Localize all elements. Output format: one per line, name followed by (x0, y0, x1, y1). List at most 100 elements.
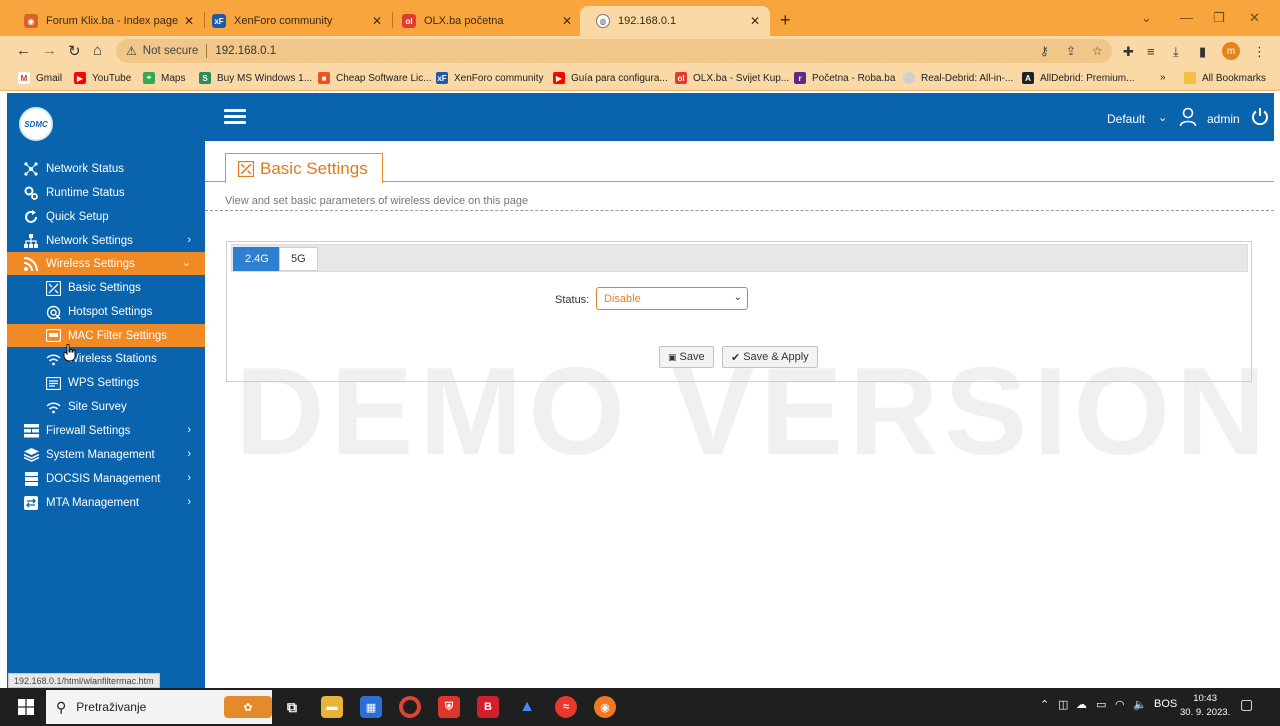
forward-icon[interactable]: → (42, 42, 57, 59)
clock[interactable]: 10:43 30. 9. 2023. (1180, 692, 1230, 720)
chrome-icon[interactable] (399, 696, 421, 718)
tab-5g[interactable]: 5G (279, 247, 318, 271)
sidebar-item-network-status[interactable]: Network Status (7, 158, 205, 180)
profile-avatar[interactable]: m (1222, 42, 1240, 60)
red-app-icon[interactable]: ≈ (555, 696, 577, 718)
windows-start-icon[interactable] (18, 699, 34, 715)
browser-tab[interactable]: xF XenForo community ✕ (196, 6, 392, 36)
all-bookmarks[interactable]: All Bookmarks (1184, 72, 1266, 84)
sidebar-item-firewall-settings[interactable]: Firewall Settings › (7, 420, 205, 442)
extensions-icon[interactable]: ✚ (1123, 44, 1134, 60)
tray-chevron-up-icon[interactable]: ⌃ (1040, 698, 1049, 711)
circle-icon (903, 72, 915, 84)
bookmark-item[interactable]: M Gmail (18, 72, 62, 84)
share-icon[interactable]: ⇪ (1066, 44, 1076, 58)
close-tab-icon[interactable]: ✕ (748, 14, 762, 28)
sidebar-item-runtime-status[interactable]: Runtime Status (7, 182, 205, 204)
chevron-down-icon[interactable]: ⌄ (1158, 111, 1167, 124)
bookmark-item[interactable]: ▶ Guía para configura... (553, 72, 668, 84)
download-icon[interactable]: ⤓ (1173, 44, 1179, 60)
arc-app-icon[interactable]: ▲ (516, 696, 538, 718)
sidebar-item-mac-filter-settings[interactable]: MAC Filter Settings (7, 324, 205, 347)
media-icon[interactable]: ≡ (1147, 44, 1155, 59)
back-icon[interactable]: ← (16, 42, 31, 59)
task-view-icon[interactable]: ⧉ (281, 696, 303, 718)
bookmark-item[interactable]: S Buy MS Windows 1... (199, 72, 312, 84)
bookmark-item[interactable]: Real-Debrid: All-in-... (903, 72, 1013, 84)
reload-icon[interactable]: ↻ (68, 42, 81, 60)
url-text[interactable]: 192.168.0.1 (215, 45, 276, 57)
profile-dropdown[interactable]: Default (1107, 112, 1145, 126)
volume-icon[interactable]: 🔈 (1133, 698, 1147, 711)
more-bookmarks-icon[interactable]: » (1160, 72, 1166, 83)
side-panel-icon[interactable]: ▮ (1199, 44, 1206, 60)
xenforo-icon: xF (436, 72, 448, 84)
bookmark-item[interactable]: xF XenForo community (436, 72, 543, 84)
bookmark-item[interactable]: ol OLX.ba - Svijet Kup... (675, 72, 789, 84)
sidebar-item-site-survey[interactable]: Site Survey (7, 396, 205, 418)
sidebar-item-system-management[interactable]: System Management › (7, 444, 205, 466)
sidebar-item-mta-management[interactable]: MTA Management › (7, 492, 205, 514)
restore-icon[interactable]: ❐ (1213, 10, 1225, 26)
hamburger-menu-icon[interactable] (224, 109, 246, 125)
sidebar-item-hotspot-settings[interactable]: Hotspot Settings (7, 301, 205, 323)
folder-icon (1184, 72, 1196, 84)
bookmark-item[interactable]: ■ Cheap Software Lic... (318, 72, 432, 84)
sidebar-item-wireless-stations[interactable]: Wireless Stations (7, 348, 205, 370)
bookmark-item[interactable]: r Početna - Roba.ba (794, 72, 895, 84)
language-indicator[interactable]: BOS (1154, 698, 1177, 710)
browser-tab[interactable]: ol OLX.ba početna ✕ (386, 6, 582, 36)
shield-vpn-icon[interactable]: ⛨ (438, 696, 460, 718)
bookmark-item[interactable]: A AllDebrid: Premium... (1022, 72, 1134, 84)
bitdefender-icon[interactable]: B (477, 696, 499, 718)
sidebar-item-basic-settings[interactable]: Basic Settings (7, 277, 205, 299)
chevron-down-icon: ⌄ (733, 292, 742, 303)
battery-icon[interactable]: ▭ (1096, 698, 1106, 711)
notifications-icon[interactable]: ▢ (1240, 696, 1253, 713)
browser-tab[interactable]: ◉ Forum Klix.ba - Index page ✕ (8, 6, 204, 36)
dotted-divider (205, 210, 1274, 211)
bookmark-item[interactable]: ⌖ Maps (143, 72, 185, 84)
security-label[interactable]: Not secure (143, 45, 199, 57)
address-bar[interactable]: ⚠ Not secure 192.168.0.1 (116, 39, 1112, 63)
browser-toolbar: ← → ↻ ⌂ ⚠ Not secure 192.168.0.1 ⚷ ⇪ ☆ ✚… (0, 36, 1280, 67)
sdmc-logo: SDMC (19, 107, 53, 141)
cloud-icon[interactable]: ☁ (1076, 698, 1087, 711)
store-icon[interactable]: ▦ (360, 696, 382, 718)
sidebar-item-docsis-management[interactable]: DOCSIS Management › (7, 468, 205, 490)
minimize-icon[interactable]: — (1180, 10, 1193, 25)
user-name[interactable]: admin (1207, 112, 1240, 126)
tab-search-icon[interactable]: ⌄ (1141, 10, 1152, 26)
olx-icon: ol (402, 14, 416, 28)
sidebar-item-wps-settings[interactable]: WPS Settings (7, 372, 205, 394)
bookmark-item[interactable]: ▶ YouTube (74, 72, 131, 84)
network-status-icon (23, 161, 39, 177)
close-tab-icon[interactable]: ✕ (370, 14, 384, 28)
home-icon[interactable]: ⌂ (93, 42, 102, 59)
window-close-icon[interactable]: ✕ (1249, 10, 1260, 26)
chrome-orange-icon[interactable]: ◉ (594, 696, 616, 718)
bookmark-star-icon[interactable]: ☆ (1092, 44, 1103, 58)
save-button[interactable]: ▣ Save (659, 346, 714, 368)
status-select[interactable]: Disable ⌄ (596, 287, 748, 310)
sidebar-item-network-settings[interactable]: Network Settings › (7, 230, 205, 252)
close-tab-icon[interactable]: ✕ (560, 14, 574, 28)
user-icon[interactable] (1179, 107, 1197, 127)
key-icon[interactable]: ⚷ (1040, 44, 1049, 58)
sidebar-item-wireless-settings[interactable]: Wireless Settings ⌄ (7, 252, 205, 275)
globe-icon: ◍ (596, 14, 610, 28)
save-apply-button[interactable]: ✔ Save & Apply (722, 346, 818, 368)
tab-2-4g[interactable]: 2.4G (233, 247, 281, 271)
close-tab-icon[interactable]: ✕ (182, 14, 196, 28)
meet-icon[interactable]: ◫ (1058, 698, 1068, 711)
wps-icon (45, 375, 61, 391)
browser-tab-active[interactable]: ◍ 192.168.0.1 ✕ (580, 6, 770, 36)
maps-icon: ⌖ (143, 72, 155, 84)
new-tab-button[interactable]: + (780, 10, 791, 31)
search-highlight-image: ✿ (224, 696, 272, 718)
sidebar-item-quick-setup[interactable]: Quick Setup (7, 206, 205, 228)
power-icon[interactable] (1251, 107, 1269, 125)
menu-kebab-icon[interactable]: ⋮ (1253, 44, 1266, 60)
network-icon[interactable]: ◠ (1115, 698, 1125, 711)
file-explorer-icon[interactable]: ▬ (321, 696, 343, 718)
